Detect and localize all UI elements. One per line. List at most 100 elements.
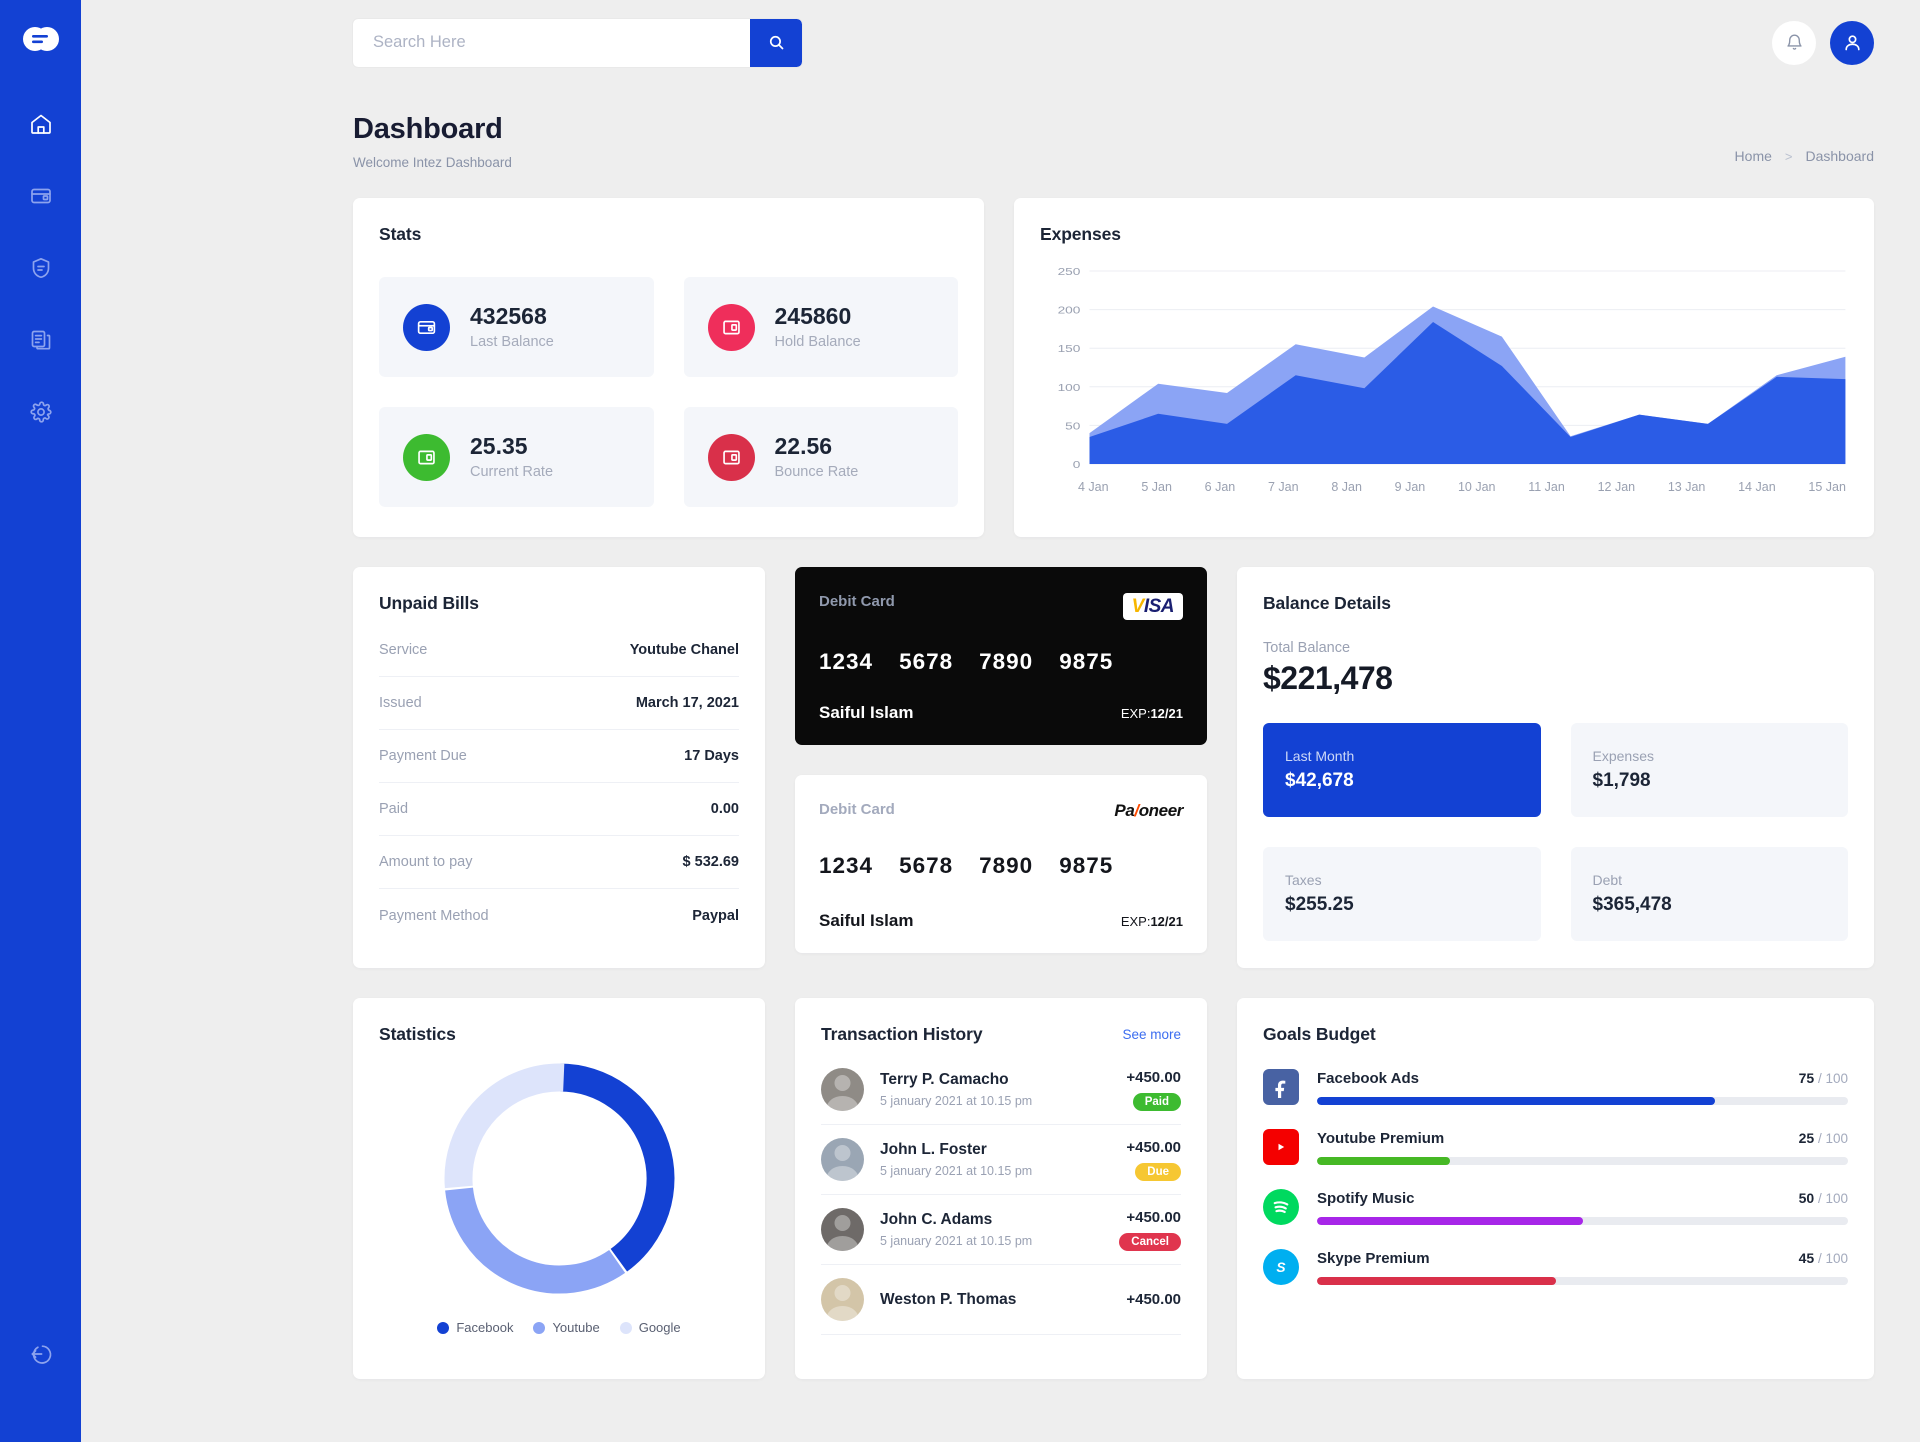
goal-name: Youtube Premium [1317, 1129, 1445, 1147]
goal-progress-bar [1317, 1216, 1848, 1225]
transaction-date: 5 january 2021 at 10.15 pm [880, 1234, 1033, 1248]
stat-tile[interactable]: 25.35 Current Rate [379, 407, 654, 507]
sidebar-item-documents[interactable] [19, 324, 63, 356]
balance-tile[interactable]: Debt $365,478 [1570, 847, 1848, 941]
balance-tile[interactable]: Expenses $1,798 [1570, 723, 1848, 817]
avatar-placeholder-icon [826, 1215, 859, 1251]
donut-legend: Facebook Youtube Google [437, 1320, 681, 1335]
goal-progress-text: 25 / 100 [1798, 1129, 1848, 1146]
x-axis-tick: 15 Jan [1808, 480, 1846, 494]
stat-text: 22.56 Bounce Rate [775, 434, 859, 480]
goals-budget-card: Goals Budget Facebook Ads 75 / 100 Youtu… [1237, 998, 1874, 1379]
page-header-text: Dashboard Welcome Intez Dashboard [353, 113, 512, 170]
status-badge: Due [1135, 1162, 1181, 1181]
transaction-amount-block: +450.00 Cancel [1119, 1209, 1181, 1251]
transaction-amount: +450.00 [1126, 1068, 1181, 1086]
transaction-info: Terry P. Camacho 5 january 2021 at 10.15… [880, 1071, 1110, 1108]
bill-row: Paid 0.00 [379, 783, 739, 836]
donut-chart-wrap: Facebook Youtube Google [379, 1051, 739, 1335]
card-number-group: 1234 [819, 648, 874, 674]
total-balance-value: $221,478 [1263, 660, 1393, 696]
x-axis-tick: 9 Jan [1394, 480, 1426, 494]
breadcrumb-item-dashboard[interactable]: Dashboard [1806, 148, 1875, 164]
transaction-row[interactable]: Terry P. Camacho 5 january 2021 at 10.15… [821, 1055, 1181, 1125]
unpaid-bills-title: Unpaid Bills [379, 593, 479, 613]
bill-label: Paid [379, 801, 409, 817]
card-number-group: 5678 [899, 853, 954, 878]
goal-row: S Skype Premium 45 / 100 [1263, 1249, 1848, 1285]
transaction-row[interactable]: John L. Foster 5 january 2021 at 10.15 p… [821, 1125, 1181, 1195]
x-axis-tick: 5 Jan [1141, 480, 1172, 494]
search-box [353, 18, 802, 67]
transaction-amount-block: +450.00 Due [1126, 1139, 1181, 1181]
svg-text:0: 0 [1073, 459, 1081, 471]
see-more-link[interactable]: See more [1122, 1027, 1181, 1042]
bill-label: Payment Due [379, 748, 467, 764]
sidebar-item-security[interactable] [19, 252, 63, 284]
transaction-amount-block: +450.00 Paid [1126, 1069, 1181, 1111]
goal-progress-text: 50 / 100 [1798, 1189, 1848, 1206]
balance-tile-value: $42,678 [1285, 770, 1354, 791]
gear-icon [29, 401, 52, 423]
stat-tile[interactable]: 22.56 Bounce Rate [683, 407, 958, 507]
stats-tile-grid: 432568 Last Balance 245860 Hold Balance [379, 277, 958, 507]
stat-value: 432568 [470, 303, 547, 330]
app-logo[interactable] [20, 18, 62, 60]
transaction-date: 5 january 2021 at 10.15 pm [880, 1094, 1033, 1108]
expenses-chart: 0 50 100 150 200 250 4 Jan 5 Jan 6 Jan 7 Jan 8 Ja… [1040, 263, 1848, 503]
goal-top: Skype Premium 45 / 100 [1317, 1250, 1848, 1267]
bill-value: Paypal [692, 907, 739, 924]
x-axis-tick: 12 Jan [1597, 480, 1636, 494]
debit-card-payoneer[interactable]: Debit Card Pa/oneer 1234 5678 7890 9875 … [795, 775, 1207, 953]
transaction-row[interactable]: John C. Adams 5 january 2021 at 10.15 pm… [821, 1195, 1181, 1265]
page-header: Dashboard Welcome Intez Dashboard Home >… [81, 85, 1920, 170]
sidebar-item-settings[interactable] [19, 396, 63, 428]
sidebar-item-home[interactable] [19, 108, 63, 140]
stat-tile[interactable]: 245860 Hold Balance [683, 277, 958, 377]
status-badge: Paid [1132, 1092, 1181, 1111]
transaction-info: John L. Foster 5 january 2021 at 10.15 p… [880, 1141, 1110, 1178]
balance-tile-label: Debt [1592, 872, 1623, 888]
search-button[interactable] [750, 18, 802, 67]
card-number-group: 7890 [979, 853, 1034, 878]
goal-progress-fill [1317, 1096, 1716, 1105]
transaction-row[interactable]: Weston P. Thomas +450.00 [821, 1265, 1181, 1335]
stat-tile[interactable]: 432568 Last Balance [379, 277, 654, 377]
x-axis-tick: 6 Jan [1204, 480, 1236, 494]
legend-label: Google [638, 1320, 681, 1335]
legend-label: Facebook [456, 1320, 514, 1335]
x-axis-tick: 4 Jan [1078, 480, 1109, 494]
svg-text:150: 150 [1058, 343, 1081, 355]
balance-tile[interactable]: Last Month $42,678 [1263, 723, 1541, 817]
goal-progress-text: 45 / 100 [1798, 1249, 1848, 1266]
balance-tile[interactable]: Taxes $255.25 [1263, 847, 1541, 941]
sidebar-item-logout[interactable] [0, 1342, 81, 1366]
transaction-date: 5 january 2021 at 10.15 pm [880, 1164, 1033, 1178]
row-bills-cards-balance: Unpaid Bills Service Youtube Chanel Issu… [353, 567, 1874, 968]
legend-swatch [533, 1321, 546, 1334]
balance-details-title: Balance Details [1263, 593, 1391, 613]
transaction-history-header: Transaction History See more [821, 1024, 1181, 1045]
main-area: Dashboard Welcome Intez Dashboard Home >… [81, 0, 1920, 1442]
expenses-area-chart: 0 50 100 150 200 250 [1058, 266, 1846, 471]
goal-progress-fill [1317, 1276, 1556, 1285]
stats-card: Stats 432568 Last Balance 245860 Hold Ba… [353, 198, 984, 537]
card-icon [403, 433, 450, 481]
goal-progress-fill [1317, 1216, 1583, 1225]
goal-row: Youtube Premium 25 / 100 [1263, 1129, 1848, 1165]
goal-body: Facebook Ads 75 / 100 [1317, 1070, 1848, 1105]
goal-name: Skype Premium [1317, 1249, 1430, 1267]
search-input[interactable] [353, 18, 750, 67]
sidebar-item-wallet[interactable] [19, 180, 63, 212]
card-number-group: 9875 [1059, 648, 1114, 674]
bill-value: 17 Days [684, 748, 739, 764]
card-expiry: EXP:12/21 [1121, 914, 1183, 929]
goal-progress-bar [1317, 1276, 1848, 1285]
user-avatar-button[interactable] [1830, 20, 1874, 65]
notifications-button[interactable] [1772, 20, 1816, 65]
breadcrumb-item-home[interactable]: Home [1735, 148, 1772, 164]
card-expiry-label: EXP: [1120, 705, 1151, 721]
debit-card-visa[interactable]: Debit Card VISA 1234 5678 7890 9875 Saif… [795, 567, 1207, 745]
transaction-amount: +450.00 [1126, 1291, 1181, 1308]
goal-row: Facebook Ads 75 / 100 [1263, 1069, 1848, 1105]
